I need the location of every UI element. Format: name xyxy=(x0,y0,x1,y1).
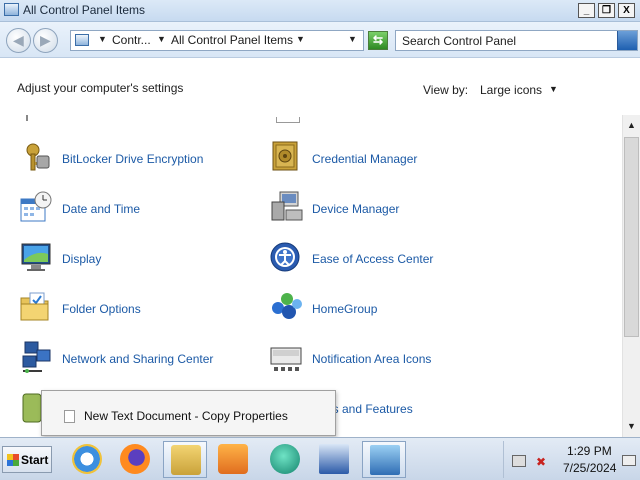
address-bar[interactable]: ▼ Contr... ▼ All Control Panel Items ▼ ▼ xyxy=(70,30,364,51)
window-title: All Control Panel Items xyxy=(23,3,146,17)
taskbar-app-firefox[interactable] xyxy=(113,441,157,478)
breadcrumb-all-items[interactable]: All Control Panel Items xyxy=(171,33,293,47)
item-label[interactable]: Notification Area Icons xyxy=(312,352,431,366)
view-by-label: View by: xyxy=(423,83,469,97)
calendar-clock-icon xyxy=(20,191,52,222)
clock-time[interactable]: 1:29 PM xyxy=(567,444,612,458)
item-label[interactable]: Folder Options xyxy=(62,302,141,316)
page-title: Adjust your computer's settings xyxy=(17,81,184,95)
list-item-network-sharing[interactable]: Network and Sharing Center xyxy=(20,338,260,378)
clock-date[interactable]: 7/25/2024 xyxy=(563,461,616,475)
taskbar-app-internet-explorer[interactable] xyxy=(65,441,109,478)
start-button[interactable]: Start xyxy=(2,446,52,473)
item-label[interactable]: Network and Sharing Center xyxy=(62,352,213,366)
firefox-icon xyxy=(120,444,150,474)
view-by-dropdown[interactable]: Large icons xyxy=(480,83,542,97)
search-input[interactable] xyxy=(398,32,614,49)
start-label: Start xyxy=(21,453,49,467)
list-item-homegroup[interactable]: HomeGroup xyxy=(270,288,510,328)
taskbar-app-browser[interactable] xyxy=(263,441,307,478)
refresh-button[interactable]: ⇆ xyxy=(368,31,388,50)
browser-icon xyxy=(270,444,300,474)
maximize-button[interactable]: ❐ xyxy=(598,3,615,18)
navigation-bar: ◀ ▶ ▼ Contr... ▼ All Control Panel Items… xyxy=(0,22,640,58)
text-document-icon xyxy=(64,410,75,423)
homegroup-icon xyxy=(272,293,302,319)
minimize-button[interactable]: _ xyxy=(578,3,595,18)
folder-icon xyxy=(20,292,49,321)
item-label[interactable]: Display xyxy=(62,252,101,266)
item-label[interactable]: BitLocker Drive Encryption xyxy=(62,152,203,166)
control-panel-icon xyxy=(171,445,201,475)
chevron-down-icon[interactable]: ▼ xyxy=(549,84,558,94)
list-item-device-manager[interactable]: Device Manager xyxy=(270,188,510,228)
action-center-icon[interactable] xyxy=(622,455,636,466)
control-panel-icon xyxy=(75,34,89,46)
taskbar-preview-popup[interactable]: New Text Document - Copy Properties xyxy=(41,390,336,436)
title-bar: All Control Panel Items _ ❐ X xyxy=(0,0,640,22)
breadcrumb-control-panel[interactable]: Contr... xyxy=(112,33,151,47)
partial-item-icon xyxy=(26,115,32,121)
ease-of-access-icon xyxy=(270,242,300,272)
close-button[interactable]: X xyxy=(618,3,635,18)
internet-explorer-icon xyxy=(72,444,102,474)
list-item-notification-area[interactable]: Notification Area Icons xyxy=(270,338,510,378)
bitlocker-keys-icon xyxy=(26,143,50,171)
volume-muted-icon[interactable]: ✖ xyxy=(536,455,546,469)
partial-item-icon xyxy=(276,117,300,123)
system-tray: ✖ 1:29 PM 7/25/2024 xyxy=(503,441,640,478)
control-panel-icon xyxy=(4,3,19,16)
windows-logo-icon xyxy=(7,454,19,466)
taskbar-app-control-panel[interactable] xyxy=(163,441,207,478)
scroll-down-icon[interactable]: ▼ xyxy=(623,418,640,435)
back-button[interactable]: ◀ xyxy=(6,28,31,53)
list-item-folder-options[interactable]: Folder Options xyxy=(20,288,260,328)
chevron-right-icon[interactable]: ▼ xyxy=(98,34,107,44)
chevron-down-icon[interactable]: ▼ xyxy=(296,34,305,44)
scroll-up-icon[interactable]: ▲ xyxy=(623,117,640,134)
back-arrow-icon: ◀ xyxy=(13,32,24,48)
vault-icon xyxy=(272,141,298,171)
vertical-scrollbar[interactable]: ▲ ▼ xyxy=(622,115,640,437)
media-player-icon xyxy=(218,444,248,474)
item-label[interactable]: Date and Time xyxy=(62,202,140,216)
control-panel-items: BitLocker Drive Encryption Date and Time… xyxy=(0,115,622,437)
history-dropdown-icon[interactable]: ▼ xyxy=(348,34,357,44)
item-label[interactable]: Credential Manager xyxy=(312,152,417,166)
chevron-right-icon[interactable]: ▼ xyxy=(157,34,166,44)
list-item-ease-of-access[interactable]: Ease of Access Center xyxy=(270,238,510,278)
network-status-icon[interactable] xyxy=(512,455,526,467)
taskbar: Start ✖ 1:29 PM 7/25/2024 xyxy=(0,437,640,480)
list-item-credential-manager[interactable]: Credential Manager xyxy=(270,138,510,178)
item-label[interactable]: Ease of Access Center xyxy=(312,252,433,266)
taskbar-app-task-manager[interactable] xyxy=(312,441,356,478)
taskbar-app-control-panel-window[interactable] xyxy=(362,441,406,478)
popup-window-label[interactable]: New Text Document - Copy Properties xyxy=(84,409,288,423)
forward-button[interactable]: ▶ xyxy=(33,28,58,53)
control-panel-active-icon xyxy=(370,445,400,475)
search-icon[interactable] xyxy=(617,31,637,50)
forward-arrow-icon: ▶ xyxy=(40,32,51,48)
item-label[interactable]: Device Manager xyxy=(312,202,399,216)
network-icon xyxy=(22,341,51,373)
list-item-bitlocker[interactable]: BitLocker Drive Encryption xyxy=(20,138,260,178)
taskbar-app-media-player[interactable] xyxy=(211,441,255,478)
scrollbar-thumb[interactable] xyxy=(624,137,639,337)
device-manager-icon xyxy=(271,191,303,221)
monitor-icon xyxy=(21,243,51,271)
list-item-display[interactable]: Display xyxy=(20,238,260,278)
item-label[interactable]: HomeGroup xyxy=(312,302,377,316)
content-header: Adjust your computer's settings View by:… xyxy=(0,59,640,115)
notification-area-icon xyxy=(270,347,302,371)
search-box[interactable] xyxy=(395,30,638,51)
list-item-date-time[interactable]: Date and Time xyxy=(20,188,260,228)
task-manager-icon xyxy=(319,444,349,474)
